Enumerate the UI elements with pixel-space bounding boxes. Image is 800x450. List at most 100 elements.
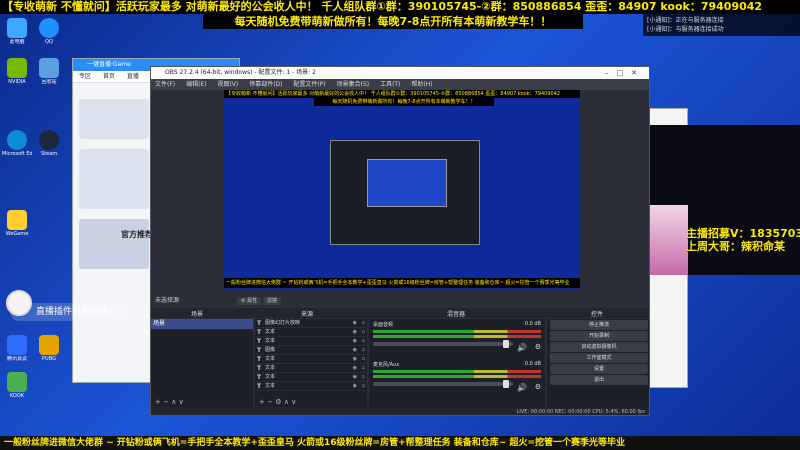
browser-nav-item[interactable]: 直播	[127, 73, 139, 80]
eye-icon[interactable]: ◉	[353, 337, 357, 346]
source-toolbar: 未选择源 ⚙ 属性 滤镜	[151, 295, 649, 307]
virtual-camera-button[interactable]: 启动虚拟摄像机	[550, 342, 648, 352]
preview-recursive-window	[330, 140, 480, 245]
lock-icon[interactable]: ▫	[362, 382, 365, 391]
promo-banner: 每天随机免费带萌新做所有！每晚7-8点开所有本萌新教学车！！	[203, 14, 583, 29]
menu-docks[interactable]: 停靠部件(D)	[249, 81, 282, 88]
properties-button[interactable]: ⚙ 属性	[237, 297, 262, 305]
desktop-icon-edge[interactable]: Microsoft Edge	[2, 130, 32, 157]
exit-button[interactable]: 退出	[550, 375, 648, 385]
avatar-image	[648, 205, 688, 275]
filters-button[interactable]: 滤镜	[263, 297, 282, 305]
volume-meter	[373, 370, 541, 373]
obs-preview[interactable]: 【专收萌新 不懂就问】活跃玩家最多 对萌新最好的公会收人中！ 千人组队群①群：3…	[224, 90, 580, 290]
eye-icon[interactable]: ◉	[353, 346, 357, 355]
desktop-icon-pubg[interactable]: PUBG	[34, 335, 64, 362]
source-item[interactable]: 文本◉▫	[255, 364, 367, 373]
computer-icon	[7, 18, 27, 38]
top-user-tag: 上周大哥：辣积命某	[686, 240, 785, 253]
browser-card[interactable]	[79, 219, 149, 269]
preview-promo-banner: 每天随机免费带萌新做所有！每晚7-8点开所有本萌新教学车！！	[314, 98, 494, 106]
speaker-icon[interactable]: 🔊	[517, 383, 527, 392]
preview-ticker: 一般粉丝牌进微信大佬群 ~ 开钻粉或俩飞机=手把手全本教学+歪歪皇马 火箭或16…	[224, 278, 580, 288]
mixer-channel-db: 0.0 dB	[524, 361, 541, 367]
window-controls[interactable]: –□✕	[605, 67, 645, 79]
lock-icon[interactable]: ▫	[362, 346, 365, 355]
mixer-channel-db: 0.0 dB	[524, 321, 541, 327]
source-item[interactable]: 文本◉▫	[255, 373, 367, 382]
browser-nav-item[interactable]: 首页	[103, 73, 115, 80]
menu-view[interactable]: 视图(V)	[217, 81, 238, 88]
qq-icon	[39, 18, 59, 38]
source-item[interactable]: 图像◉▫	[255, 346, 367, 355]
eye-icon[interactable]: ◉	[353, 364, 357, 373]
arrow-up-icon[interactable]: ∧	[284, 398, 289, 406]
desktop-icon-wegame[interactable]: WeGame	[2, 210, 32, 237]
add-icon[interactable]: +	[259, 398, 265, 406]
desktop-icon-this-pc[interactable]: 此电脑	[2, 18, 32, 45]
lock-icon[interactable]: ▫	[362, 364, 365, 373]
gear-icon[interactable]: ⚙	[535, 343, 541, 351]
arrow-down-icon[interactable]: ∨	[179, 398, 184, 406]
menu-profile[interactable]: 配置文件(P)	[293, 81, 325, 88]
studio-mode-button[interactable]: 工作室模式	[550, 353, 648, 363]
add-icon[interactable]: +	[155, 398, 161, 406]
volume-meter	[373, 335, 541, 338]
obs-status-bar: LIVE: 00:00:00 REC: 00:00:00 CPU: 5.4%, …	[151, 407, 649, 415]
settings-button[interactable]: 设置	[550, 364, 648, 374]
desktop-icon-kook[interactable]: KOOK	[2, 372, 32, 399]
desktop-icon-steam[interactable]: Steam	[34, 130, 64, 157]
remove-icon[interactable]: −	[163, 398, 169, 406]
eye-icon[interactable]: ◉	[353, 319, 357, 328]
lock-icon[interactable]: ▫	[362, 328, 365, 337]
gear-icon[interactable]: ⚙	[275, 398, 281, 406]
menu-help[interactable]: 帮助(H)	[411, 81, 432, 88]
menu-edit[interactable]: 编辑(E)	[186, 81, 206, 88]
recycle-bin-icon	[39, 58, 59, 78]
lock-icon[interactable]: ▫	[362, 319, 365, 328]
obs-titlebar[interactable]: OBS 27.2.4 (64-bit, windows) - 配置文件: 1 -…	[151, 67, 649, 79]
remove-icon[interactable]: −	[267, 398, 273, 406]
desktop-icon-nvidia[interactable]: NVIDIA	[2, 58, 32, 85]
menu-tools[interactable]: 工具(T)	[380, 81, 400, 88]
steam-icon	[39, 130, 59, 150]
lock-icon[interactable]: ▫	[362, 373, 365, 382]
dock-headers: 场景 来源 混音器 控件	[151, 308, 649, 318]
browser-card[interactable]	[79, 99, 149, 139]
lock-icon[interactable]: ▫	[362, 355, 365, 364]
source-item[interactable]: 图像幻灯片放映◉▫	[255, 319, 367, 328]
eye-icon[interactable]: ◉	[353, 382, 357, 391]
source-item[interactable]: 文本◉▫	[255, 382, 367, 391]
eye-icon[interactable]: ◉	[353, 355, 357, 364]
source-item[interactable]: 文本◉▫	[255, 355, 367, 364]
stop-streaming-button[interactable]: 停止推流	[550, 320, 648, 330]
slider-knob[interactable]	[503, 380, 509, 388]
scene-item[interactable]: 场景	[151, 319, 253, 329]
mixer-dock-title: 混音器	[447, 311, 466, 318]
lock-icon[interactable]: ▫	[362, 337, 365, 346]
browser-nav-item[interactable]: 专区	[79, 73, 91, 80]
browser-card[interactable]	[79, 149, 149, 209]
menu-scene-collection[interactable]: 场景集合(S)	[337, 81, 370, 88]
volume-slider[interactable]	[373, 380, 513, 388]
eye-icon[interactable]: ◉	[353, 328, 357, 337]
notice-line: [小通知]：与服务器连接成功	[647, 26, 724, 33]
volume-slider[interactable]	[373, 340, 513, 348]
source-item[interactable]: 文本◉▫	[255, 337, 367, 346]
eye-icon[interactable]: ◉	[353, 373, 357, 382]
source-item[interactable]: 文本◉▫	[255, 328, 367, 337]
slider-knob[interactable]	[503, 340, 509, 348]
preview-top-banner: 【专收萌新 不懂就问】活跃玩家最多 对萌新最好的公会收人中！ 千人组队群①群：3…	[224, 90, 580, 98]
menu-file[interactable]: 文件(F)	[155, 81, 175, 88]
desktop-icon-qq[interactable]: QQ	[34, 18, 64, 45]
kook-icon	[7, 372, 27, 392]
desktop-icon-recycle[interactable]: 回收站	[34, 58, 64, 85]
gear-icon[interactable]: ⚙	[535, 383, 541, 391]
scenes-footer: + − ∧ ∨	[151, 397, 253, 407]
desktop-icon-meeting[interactable]: 腾讯会议	[2, 335, 32, 362]
obs-window[interactable]: OBS 27.2.4 (64-bit, windows) - 配置文件: 1 -…	[150, 66, 650, 416]
speaker-icon[interactable]: 🔊	[517, 343, 527, 352]
arrow-up-icon[interactable]: ∧	[171, 398, 176, 406]
arrow-down-icon[interactable]: ∨	[291, 398, 296, 406]
start-recording-button[interactable]: 开始录制	[550, 331, 648, 341]
